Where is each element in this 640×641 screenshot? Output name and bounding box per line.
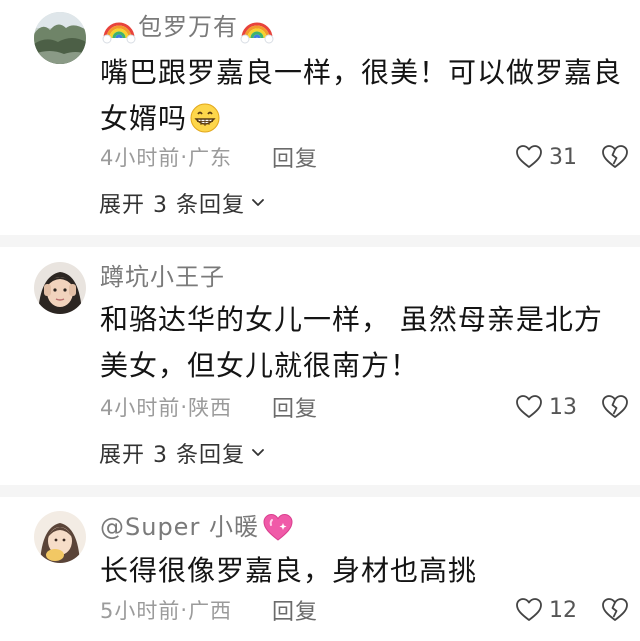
comment-text-block: 嘴巴跟罗嘉良一样，很美！可以做罗嘉良女婿吗 xyxy=(100,50,622,142)
expand-replies-button[interactable]: 展开 3 条回复 xyxy=(99,186,267,220)
reply-button[interactable]: 回复 xyxy=(272,594,318,626)
comment-meta-row: 4小时前 · 广东 回复 31 xyxy=(100,140,640,174)
reply-button[interactable]: 回复 xyxy=(272,391,318,423)
avatar[interactable] xyxy=(34,12,86,64)
expand-replies-label: 展开 3 条回复 xyxy=(99,193,245,218)
broken-heart-icon[interactable] xyxy=(601,393,629,421)
grinning-face-icon xyxy=(190,103,220,133)
username-row: @Super 小暖 xyxy=(100,509,297,545)
comment-meta-row: 5小时前 · 广西 回复 12 xyxy=(100,593,640,627)
comment-location: 广东 xyxy=(188,146,233,170)
broken-heart-icon[interactable] xyxy=(601,143,629,171)
expand-replies-label: 展开 3 条回复 xyxy=(99,443,245,468)
reply-button[interactable]: 回复 xyxy=(272,141,318,173)
username-row: 包罗万有 xyxy=(100,9,276,45)
avatar[interactable] xyxy=(34,511,86,563)
username[interactable]: 包罗万有 xyxy=(138,9,238,45)
comment-meta-row: 4小时前 · 陕西 回复 13 xyxy=(100,390,640,424)
heart-icon xyxy=(516,395,542,418)
comment-time: 5小时前 xyxy=(100,599,181,623)
like-button[interactable]: 12 xyxy=(515,593,577,627)
comment-text-block: 和骆达华的女儿一样， 虽然母亲是北方美女，但女儿就很南方！ xyxy=(100,297,622,389)
section-divider xyxy=(0,485,640,497)
comment-text: 和骆达华的女儿一样， 虽然母亲是北方美女，但女儿就很南方！ xyxy=(100,303,603,382)
username-row: 蹲坑小王子 xyxy=(100,259,225,295)
username[interactable]: @Super 小暖 xyxy=(100,509,259,545)
like-button[interactable]: 31 xyxy=(515,140,577,174)
like-count: 13 xyxy=(549,394,577,420)
like-button[interactable]: 13 xyxy=(515,390,577,424)
comment-text-block: 长得很像罗嘉良，身材也高挑 xyxy=(100,548,622,594)
comment-time: 4小时前 xyxy=(100,396,181,420)
expand-replies-button[interactable]: 展开 3 条回复 xyxy=(99,436,267,470)
section-divider xyxy=(0,235,640,247)
username[interactable]: 蹲坑小王子 xyxy=(100,259,225,295)
heart-icon xyxy=(516,598,542,621)
comment-text: 长得很像罗嘉良，身材也高挑 xyxy=(100,554,478,587)
comment-location: 广西 xyxy=(188,599,233,623)
broken-heart-icon[interactable] xyxy=(601,596,629,624)
meta-separator: · xyxy=(180,395,189,419)
chevron-down-icon xyxy=(252,199,264,206)
meta-separator: · xyxy=(180,598,189,622)
heart-icon xyxy=(516,145,542,168)
comment-list: 包罗万有 嘴巴跟罗嘉良一样，很美！可以做罗嘉良女婿吗 4小时前 · 广东 回复 … xyxy=(0,0,640,641)
chevron-down-icon xyxy=(252,449,264,456)
comment-time: 4小时前 xyxy=(100,146,181,170)
meta-separator: · xyxy=(180,145,189,169)
avatar[interactable] xyxy=(34,262,86,314)
comment-location: 陕西 xyxy=(188,396,233,420)
rainbow-icon xyxy=(240,22,274,44)
rainbow-icon xyxy=(102,22,136,44)
sparkling-heart-icon xyxy=(263,513,293,541)
comment-text: 嘴巴跟罗嘉良一样，很美！可以做罗嘉良女婿吗 xyxy=(100,56,623,135)
like-count: 12 xyxy=(549,597,577,623)
like-count: 31 xyxy=(549,144,577,170)
